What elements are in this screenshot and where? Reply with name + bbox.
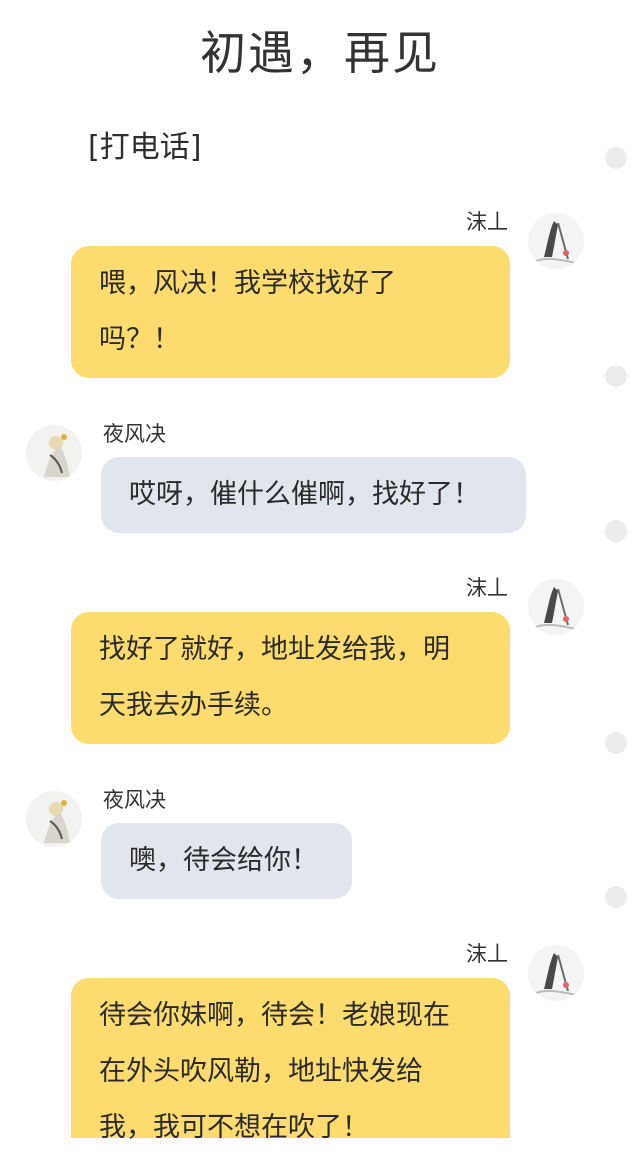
message-bubble[interactable]: 喂，风决！我学校找好了 吗？！ — [71, 246, 510, 378]
message-line: 我，我可不想在吹了！ — [99, 1112, 369, 1143]
message-bubble[interactable]: 噢，待会给你！ — [101, 823, 352, 899]
timeline-dot — [605, 732, 627, 754]
message-line: 哎呀，催什么催啊，找好了！ — [129, 479, 480, 510]
message-line: 待会你妹啊，待会！老娘现在 — [99, 1000, 450, 1031]
avatar-me-icon[interactable] — [528, 579, 584, 635]
message-line: 吗？！ — [99, 324, 180, 355]
sender-name: 沫丄 — [466, 942, 508, 966]
message-line: 找好了就好，地址发给我，明 — [99, 634, 450, 665]
message-bubble[interactable]: 哎呀，催什么催啊，找好了！ — [101, 457, 526, 533]
sender-name: 沫丄 — [466, 576, 508, 600]
avatar-me-icon[interactable] — [528, 213, 584, 269]
avatar-me-icon[interactable] — [528, 945, 584, 1001]
message-bubble[interactable]: 待会你妹啊，待会！老娘现在 在外头吹风勒，地址快发给 我，我可不想在吹了！ — [71, 978, 510, 1143]
avatar-other-icon[interactable] — [26, 791, 82, 847]
sender-name: 夜风决 — [103, 788, 166, 812]
sender-name: 夜风决 — [103, 422, 166, 446]
call-note: [打电话] — [88, 130, 202, 165]
timeline-dot — [605, 520, 627, 542]
timeline-dot — [605, 147, 627, 169]
avatar-other-icon[interactable] — [26, 425, 82, 481]
timeline-dot — [605, 886, 627, 908]
message-line: 噢，待会给你！ — [129, 845, 318, 876]
sender-name: 沫丄 — [466, 210, 508, 234]
timeline-dot — [605, 365, 627, 387]
page-title: 初遇，再见 — [200, 26, 440, 80]
message-line: 在外头吹风勒，地址快发给 — [99, 1056, 423, 1087]
message-line: 天我去办手续。 — [99, 690, 288, 721]
message-line: 喂，风决！我学校找好了 — [99, 268, 396, 299]
message-bubble[interactable]: 找好了就好，地址发给我，明 天我去办手续。 — [71, 612, 510, 744]
